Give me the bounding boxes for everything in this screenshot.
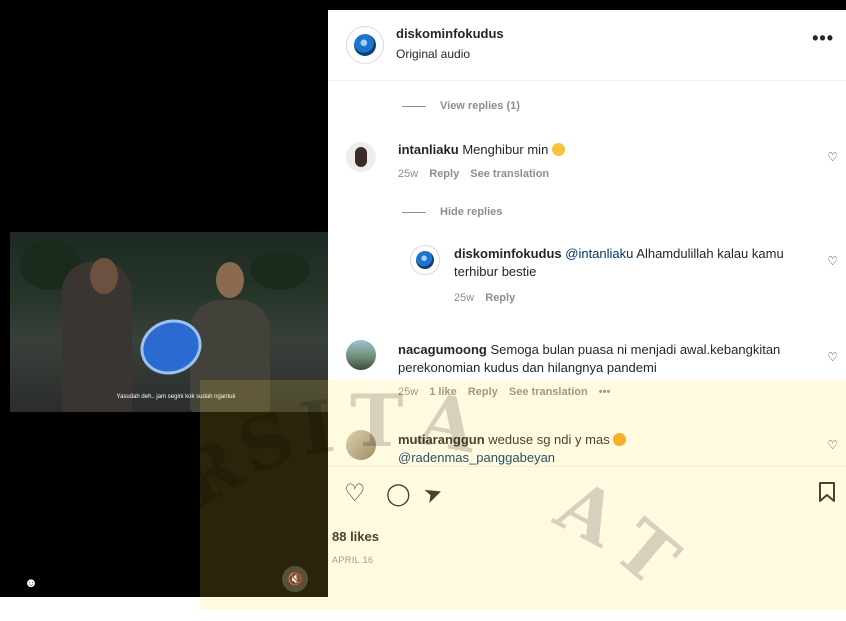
action-bar: ♡ ◯ ➤ 88 likes APRIL 16: [328, 466, 846, 598]
video-player[interactable]: Yasudah deh.. jam segini kok sudah ngant…: [0, 0, 328, 597]
comment-text: nacagumoong Semoga bulan puasa ni menjad…: [398, 341, 818, 377]
see-translation-button[interactable]: See translation: [509, 386, 588, 398]
background-tree: [250, 250, 310, 290]
comment-mention[interactable]: @radenmas_panggabeyan: [398, 450, 555, 465]
bookmark-icon[interactable]: [818, 481, 836, 509]
post-date: APRIL 16: [332, 555, 374, 565]
avatar[interactable]: [346, 142, 376, 172]
audio-label[interactable]: Original audio: [396, 47, 470, 61]
hide-replies-label: Hide replies: [440, 206, 503, 218]
avatar[interactable]: [346, 340, 376, 370]
account-logo-icon: [354, 34, 376, 56]
view-replies-label: View replies (1): [440, 100, 520, 112]
more-options-icon[interactable]: •••: [812, 28, 834, 49]
muted-speaker-icon[interactable]: 🔇: [282, 566, 308, 592]
heart-icon[interactable]: ♡: [827, 254, 838, 268]
avatar-figure: [355, 147, 367, 167]
post-panel: diskominfokudus Original audio ••• View …: [328, 10, 846, 598]
person-icon[interactable]: ☻: [24, 576, 38, 590]
likes-count[interactable]: 88 likes: [332, 529, 379, 544]
view-replies-button[interactable]: View replies (1): [402, 100, 520, 112]
post-header: diskominfokudus Original audio •••: [328, 10, 846, 81]
reply-line: [402, 105, 426, 107]
heart-icon[interactable]: ♡: [827, 438, 838, 452]
comment-likes[interactable]: 1 like: [429, 386, 457, 398]
post-username[interactable]: diskominfokudus: [396, 26, 504, 41]
video-person-head: [90, 258, 118, 294]
see-translation-button[interactable]: See translation: [470, 168, 549, 180]
avatar[interactable]: [346, 26, 384, 64]
video-person-head: [216, 262, 244, 298]
reply-line: [402, 211, 426, 213]
comment-text: intanliaku Menghibur min: [398, 141, 565, 159]
reply-text: diskominfokudus @intanliaku Alhamdulilla…: [454, 245, 794, 281]
comment-options-icon[interactable]: •••: [599, 386, 611, 398]
reply-time: 25w: [454, 292, 475, 304]
heart-icon[interactable]: ♡: [827, 350, 838, 364]
avatar[interactable]: [346, 430, 376, 460]
comment-text: mutiaranggun weduse sg ndi y mas @radenm…: [398, 431, 818, 465]
comment-meta: 25w Reply See translation: [398, 168, 557, 180]
laughing-emoji-icon: [551, 143, 565, 156]
reply-mention[interactable]: @intanliaku: [565, 246, 633, 261]
account-logo-icon: [416, 251, 434, 269]
send-icon[interactable]: ➤: [420, 479, 446, 510]
comment-body: weduse sg ndi y mas: [488, 432, 610, 447]
comment-time: 25w: [398, 168, 419, 180]
reply-button[interactable]: Reply: [468, 386, 498, 398]
comment-username[interactable]: mutiaranggun: [398, 432, 485, 447]
heart-icon[interactable]: ♡: [344, 481, 366, 507]
comment-username[interactable]: intanliaku: [398, 142, 459, 157]
video-subtitle: Yasudah deh.. jam segini kok sudah ngant…: [116, 394, 236, 400]
laughing-emoji-icon: [613, 433, 627, 446]
reply-username[interactable]: diskominfokudus: [454, 246, 562, 261]
comment-meta: 25w 1 like Reply See translation •••: [398, 386, 618, 398]
reply-meta: 25w Reply: [454, 292, 523, 304]
comment-body: Menghibur min: [462, 142, 549, 157]
comment-username[interactable]: nacagumoong: [398, 342, 487, 357]
hide-replies-button[interactable]: Hide replies: [402, 206, 502, 218]
reply-button[interactable]: Reply: [429, 168, 459, 180]
avatar[interactable]: [410, 245, 440, 275]
heart-icon[interactable]: ♡: [827, 150, 838, 164]
comment-time: 25w: [398, 386, 419, 398]
comment-icon[interactable]: ◯: [386, 481, 411, 507]
reply-button[interactable]: Reply: [485, 292, 515, 304]
